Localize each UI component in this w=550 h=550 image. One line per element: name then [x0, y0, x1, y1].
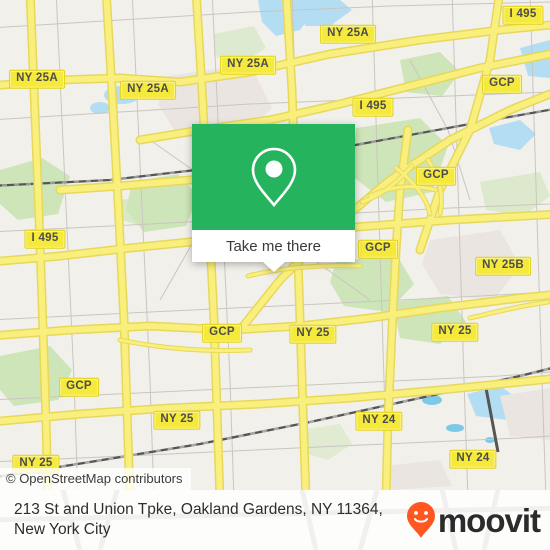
take-me-there-label: Take me there [225, 237, 322, 255]
map-canvas[interactable]: NY 25A I 495 NY 25A NY 25A GCP NY 25A I 495 GCP… [0, 0, 550, 490]
road-shield: GCP [482, 74, 522, 94]
road-shield: NY 25 [289, 324, 337, 344]
road-shield: GCP [358, 239, 398, 259]
take-me-there-button[interactable]: Take me there [192, 230, 355, 272]
map-screenshot: NY 25A I 495 NY 25A NY 25A GCP NY 25A I 495 GCP… [0, 0, 550, 550]
road-shield: I 495 [24, 229, 66, 249]
footer-content: 213 St and Union Tpke, Oakland Gardens, … [0, 490, 550, 550]
osm-attribution[interactable]: © OpenStreetMap contributors [0, 468, 191, 490]
footer-bar: 213 St and Union Tpke, Oakland Gardens, … [0, 490, 550, 550]
road-shield: I 495 [352, 97, 394, 117]
address-line-2: New York City [14, 521, 111, 538]
road-shield: GCP [416, 166, 456, 186]
address-label: 213 St and Union Tpke, Oakland Gardens, … [14, 500, 383, 540]
road-shield: NY 24 [449, 449, 497, 469]
road-shield: NY 24 [355, 411, 403, 431]
road-shield: GCP [59, 377, 99, 397]
road-shield: GCP [202, 323, 242, 343]
location-popup-card[interactable]: Take me there [192, 124, 355, 272]
road-shield: NY 25A [120, 80, 176, 100]
moovit-pin-icon [406, 502, 435, 538]
map-pin-icon [251, 147, 296, 208]
road-shield: NY 25 [431, 322, 479, 342]
address-line-1: 213 St and Union Tpke, Oakland Gardens, … [14, 501, 383, 518]
road-shield: NY 25B [475, 256, 531, 276]
moovit-logo[interactable]: moovit [406, 501, 541, 539]
road-shield: I 495 [502, 5, 544, 25]
popup-image-area [192, 124, 355, 230]
road-shield: NY 25A [220, 55, 276, 75]
road-shield: NY 25 [153, 410, 201, 430]
road-shield: NY 25A [9, 69, 65, 89]
popup-tail [262, 262, 285, 272]
road-shield: NY 25A [320, 24, 376, 44]
moovit-wordmark: moovit [437, 501, 541, 539]
